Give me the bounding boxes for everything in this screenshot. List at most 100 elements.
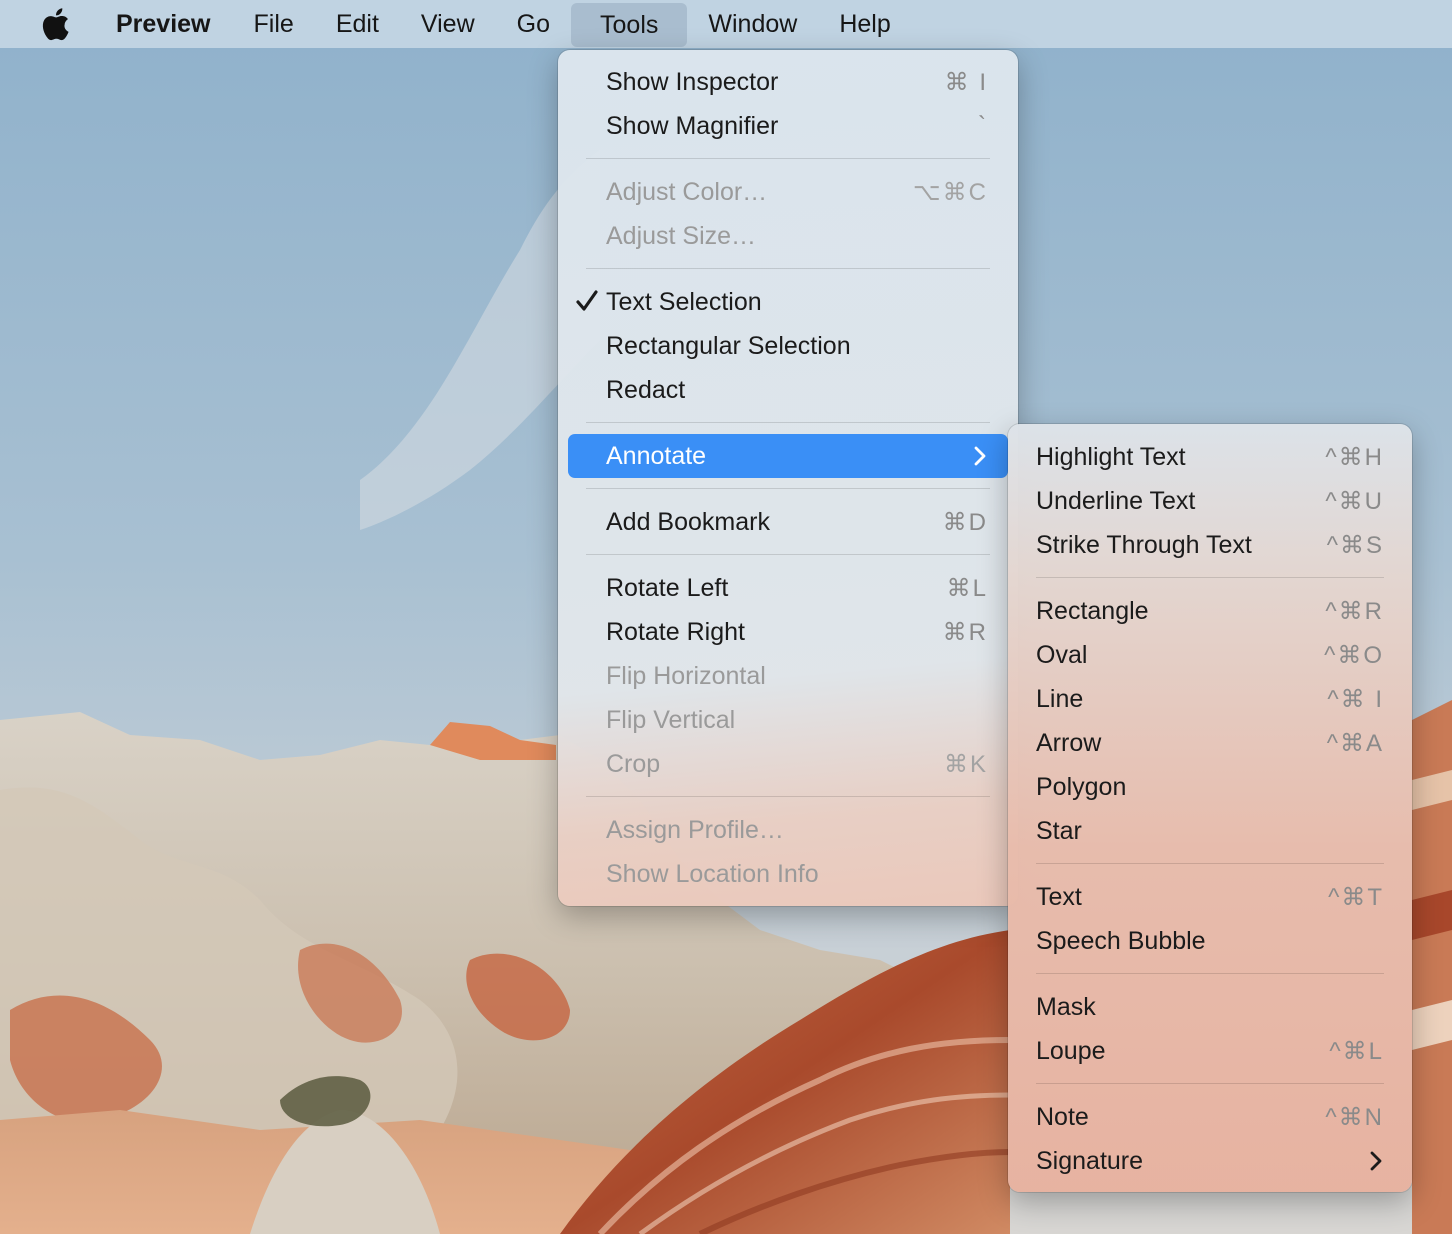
menu-item-assign-profile[interactable]: Assign Profile…	[558, 808, 1018, 852]
menu-item-label: Add Bookmark	[606, 507, 770, 536]
menu-item-label: Text Selection	[606, 287, 762, 316]
menu-item-label: Line	[1036, 684, 1084, 713]
menu-item-shortcut: `	[978, 112, 988, 139]
menu-item-strike-through-text[interactable]: Strike Through Text ^⌘S	[1008, 523, 1412, 567]
menu-item-label: Rotate Left	[606, 573, 729, 602]
menu-item-label: Mask	[1036, 992, 1096, 1021]
menu-item-text[interactable]: Text ^⌘T	[1008, 875, 1412, 919]
menu-item-flip-horizontal[interactable]: Flip Horizontal	[558, 654, 1018, 698]
menubar-app-preview[interactable]: Preview	[108, 0, 233, 48]
menu-item-oval[interactable]: Oval ^⌘O	[1008, 633, 1412, 677]
menu-item-label: Assign Profile…	[606, 815, 784, 844]
menu-item-shortcut: ^⌘O	[1324, 641, 1384, 669]
menu-item-label: Rectangular Selection	[606, 331, 851, 360]
menu-item-note[interactable]: Note ^⌘N	[1008, 1095, 1412, 1139]
menu-separator	[586, 554, 990, 555]
menubar-help[interactable]: Help	[818, 0, 911, 48]
menubar-view[interactable]: View	[400, 0, 496, 48]
menu-item-shortcut: ⌘L	[946, 574, 988, 602]
menu-item-crop[interactable]: Crop ⌘K	[558, 742, 1018, 786]
menu-item-polygon[interactable]: Polygon	[1008, 765, 1412, 809]
menu-separator	[1036, 863, 1384, 864]
menubar-tools[interactable]: Tools	[571, 3, 688, 47]
menu-item-shortcut: ⌥⌘C	[913, 178, 988, 206]
tools-menu: Show Inspector ⌘ I Show Magnifier ` Adju…	[558, 50, 1018, 906]
menu-item-label: Signature	[1036, 1146, 1144, 1175]
chevron-right-icon	[1368, 1150, 1384, 1172]
menu-item-label: Flip Vertical	[606, 705, 736, 734]
menu-item-show-location-info[interactable]: Show Location Info	[558, 852, 1018, 896]
menu-separator	[586, 158, 990, 159]
menu-separator	[586, 796, 990, 797]
menu-item-shortcut: ^⌘A	[1326, 729, 1384, 757]
menu-item-label: Highlight Text	[1036, 442, 1186, 471]
menu-item-adjust-color[interactable]: Adjust Color… ⌥⌘C	[558, 170, 1018, 214]
menu-item-adjust-size[interactable]: Adjust Size…	[558, 214, 1018, 258]
menu-item-underline-text[interactable]: Underline Text ^⌘U	[1008, 479, 1412, 523]
menu-item-label: Strike Through Text	[1036, 530, 1252, 559]
menu-item-flip-vertical[interactable]: Flip Vertical	[558, 698, 1018, 742]
menu-item-label: Annotate	[606, 441, 707, 470]
menu-item-label: Rotate Right	[606, 617, 745, 646]
menu-item-label: Show Inspector	[606, 67, 779, 96]
menubar-file[interactable]: File	[233, 0, 315, 48]
menu-item-label: Flip Horizontal	[606, 661, 766, 690]
menu-item-star[interactable]: Star	[1008, 809, 1412, 853]
menu-item-label: Adjust Color…	[606, 177, 768, 206]
menu-item-shortcut: ^⌘S	[1326, 531, 1384, 559]
menu-item-speech-bubble[interactable]: Speech Bubble	[1008, 919, 1412, 963]
menu-item-rectangular-selection[interactable]: Rectangular Selection	[558, 324, 1018, 368]
menu-item-label: Loupe	[1036, 1036, 1106, 1065]
menu-item-label: Rectangle	[1036, 596, 1149, 625]
menu-item-add-bookmark[interactable]: Add Bookmark ⌘D	[558, 500, 1018, 544]
menu-item-shortcut: ^⌘L	[1329, 1037, 1384, 1065]
menubar-edit[interactable]: Edit	[315, 0, 400, 48]
menu-item-label: Text	[1036, 882, 1082, 911]
menu-item-shortcut: ^⌘T	[1328, 883, 1384, 911]
menu-item-label: Show Location Info	[606, 859, 819, 888]
menu-item-rectangle[interactable]: Rectangle ^⌘R	[1008, 589, 1412, 633]
menu-separator	[586, 422, 990, 423]
menu-item-label: Polygon	[1036, 772, 1127, 801]
menu-item-line[interactable]: Line ^⌘ I	[1008, 677, 1412, 721]
menu-item-redact[interactable]: Redact	[558, 368, 1018, 412]
menu-item-shortcut: ^⌘ I	[1327, 685, 1384, 713]
menu-separator	[1036, 1083, 1384, 1084]
menu-item-label: Redact	[606, 375, 686, 404]
menu-item-mask[interactable]: Mask	[1008, 985, 1412, 1029]
menu-item-label: Speech Bubble	[1036, 926, 1206, 955]
menu-item-shortcut: ^⌘H	[1325, 443, 1384, 471]
menu-item-shortcut: ⌘K	[943, 750, 988, 778]
menu-item-rotate-right[interactable]: Rotate Right ⌘R	[558, 610, 1018, 654]
menu-item-shortcut: ⌘ I	[944, 68, 988, 96]
menubar-go[interactable]: Go	[496, 0, 571, 48]
menu-item-label: Adjust Size…	[606, 221, 757, 250]
menu-item-annotate[interactable]: Annotate	[568, 434, 1008, 478]
menu-item-rotate-left[interactable]: Rotate Left ⌘L	[558, 566, 1018, 610]
menu-item-shortcut: ⌘R	[942, 618, 988, 646]
menu-item-label: Show Magnifier	[606, 111, 779, 140]
menu-item-loupe[interactable]: Loupe ^⌘L	[1008, 1029, 1412, 1073]
menu-separator	[586, 268, 990, 269]
menu-item-show-inspector[interactable]: Show Inspector ⌘ I	[558, 60, 1018, 104]
menu-item-show-magnifier[interactable]: Show Magnifier `	[558, 104, 1018, 148]
menu-separator	[1036, 973, 1384, 974]
menu-item-shortcut: ⌘D	[942, 508, 988, 536]
menu-item-label: Crop	[606, 749, 661, 778]
menubar-window[interactable]: Window	[687, 0, 818, 48]
apple-logo-icon[interactable]	[40, 7, 74, 41]
menu-item-label: Oval	[1036, 640, 1088, 669]
menu-item-highlight-text[interactable]: Highlight Text ^⌘H	[1008, 435, 1412, 479]
menu-item-label: Arrow	[1036, 728, 1102, 757]
checkmark-icon	[576, 288, 598, 314]
menu-separator	[586, 488, 990, 489]
menu-item-shortcut: ^⌘U	[1325, 487, 1384, 515]
menu-item-label: Underline Text	[1036, 486, 1196, 515]
menu-item-shortcut: ^⌘N	[1325, 1103, 1384, 1131]
menu-item-shortcut: ^⌘R	[1325, 597, 1384, 625]
menu-item-label: Star	[1036, 816, 1082, 845]
menu-item-signature[interactable]: Signature	[1008, 1139, 1412, 1183]
menu-item-arrow[interactable]: Arrow ^⌘A	[1008, 721, 1412, 765]
annotate-submenu: Highlight Text ^⌘H Underline Text ^⌘U St…	[1008, 424, 1412, 1192]
menu-item-text-selection[interactable]: Text Selection	[558, 280, 1018, 324]
